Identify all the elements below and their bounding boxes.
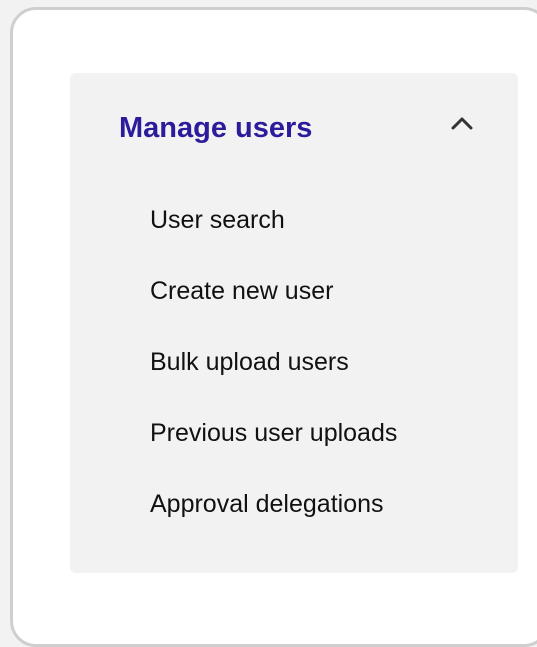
menu-item-bulk-upload-users[interactable]: Bulk upload users [150,345,397,416]
manage-users-menu: Manage users User search Create new user… [70,73,518,573]
navigation-card: Manage users User search Create new user… [10,7,537,647]
manage-users-toggle[interactable]: Manage users [70,73,518,183]
menu-title: Manage users [119,112,313,144]
menu-list: User search Create new user Bulk upload … [150,203,397,558]
menu-item-previous-user-uploads[interactable]: Previous user uploads [150,416,397,487]
menu-item-user-search[interactable]: User search [150,203,397,274]
menu-item-create-new-user[interactable]: Create new user [150,274,397,345]
chevron-up-icon[interactable] [449,113,475,133]
menu-item-approval-delegations[interactable]: Approval delegations [150,487,397,558]
